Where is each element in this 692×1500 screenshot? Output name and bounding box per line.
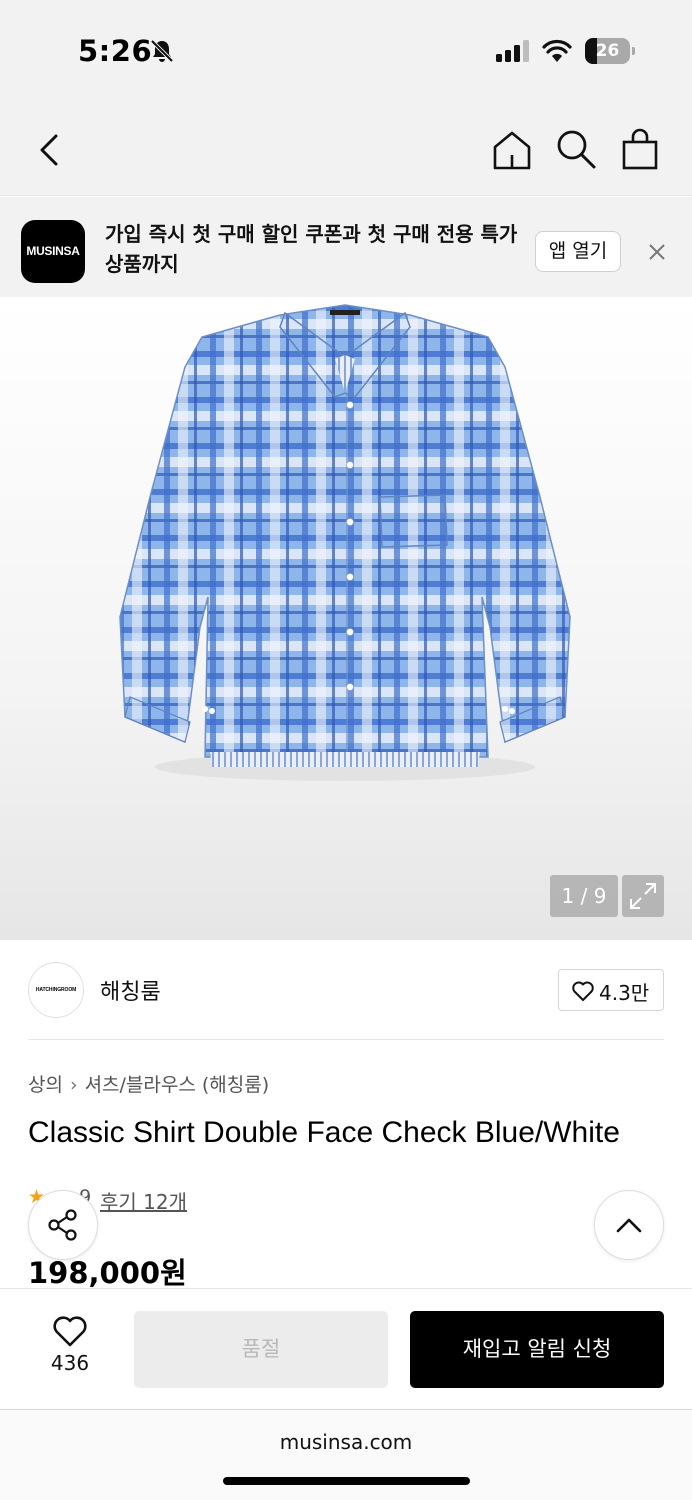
- scroll-to-top-button[interactable]: [594, 1190, 664, 1260]
- breadcrumb-item-subcategory[interactable]: 셔츠/블라우스 (해칭룸): [85, 1074, 270, 1096]
- battery-level-text: 26: [595, 41, 620, 61]
- product-image-gallery[interactable]: 1 / 9: [0, 297, 692, 940]
- close-icon[interactable]: [643, 238, 671, 266]
- brand-row[interactable]: HATCHINGROOM 해칭룸 4.3만: [0, 940, 692, 1040]
- breadcrumb-item-category[interactable]: 상의: [28, 1074, 63, 1096]
- home-indicator: [223, 1477, 470, 1485]
- product-photo-shirt: [119, 304, 571, 781]
- search-icon[interactable]: [555, 128, 597, 170]
- browser-url-bar: musinsa.com: [0, 1410, 692, 1500]
- expand-arrows-icon: [630, 883, 656, 909]
- brand-like-button[interactable]: 4.3만: [558, 969, 664, 1011]
- heart-outline-icon: [572, 981, 594, 1001]
- wishlist-button[interactable]: 436: [30, 1311, 110, 1381]
- home-icon[interactable]: [490, 128, 534, 172]
- expand-image-button[interactable]: [622, 875, 664, 917]
- share-icon: [48, 1209, 77, 1241]
- product-title: Classic Shirt Double Face Check Blue/Whi…: [28, 1116, 620, 1149]
- image-counter: 1 / 9: [550, 875, 618, 917]
- status-bar: 5:26 26: [0, 0, 692, 100]
- top-nav-bar: [0, 100, 692, 196]
- purchase-bar: 436 품절 재입고 알림 신청: [0, 1288, 692, 1410]
- chevron-right-icon: ›: [69, 1074, 78, 1096]
- url-text[interactable]: musinsa.com: [0, 1430, 692, 1454]
- banner-message: 가입 즉시 첫 구매 할인 쿠폰과 첫 구매 전용 특가 상품까지: [105, 222, 518, 276]
- brand-logo[interactable]: HATCHINGROOM: [28, 962, 84, 1018]
- brand-name[interactable]: 해칭룸: [100, 974, 161, 1006]
- musinsa-app-logo: MUSINSA: [21, 220, 85, 283]
- restock-alert-button[interactable]: 재입고 알림 신청: [410, 1311, 664, 1388]
- app-install-banner: MUSINSA 가입 즉시 첫 구매 할인 쿠폰과 첫 구매 전용 특가 상품까…: [0, 197, 692, 297]
- wishlist-count: 436: [50, 1351, 90, 1375]
- shopping-bag-icon[interactable]: [620, 128, 660, 170]
- wifi-icon: [542, 39, 572, 62]
- divider: [28, 1039, 664, 1040]
- open-app-button[interactable]: 앱 열기: [535, 231, 621, 272]
- review-count-link[interactable]: 후기 12개: [100, 1186, 187, 1215]
- battery-icon: 26: [585, 38, 635, 64]
- back-chevron-icon[interactable]: [32, 130, 68, 170]
- heart-outline-icon: [53, 1316, 87, 1347]
- product-price: 198,000원: [28, 1256, 187, 1290]
- cellular-signal-icon: [496, 40, 529, 62]
- bell-off-icon: [150, 39, 174, 63]
- status-time: 5:26: [78, 34, 153, 68]
- breadcrumb: 상의 › 셔츠/블라우스 (해칭룸): [28, 1070, 269, 1097]
- sold-out-button: 품절: [134, 1311, 388, 1388]
- chevron-up-icon: [616, 1218, 642, 1233]
- brand-like-count: 4.3만: [599, 981, 650, 1005]
